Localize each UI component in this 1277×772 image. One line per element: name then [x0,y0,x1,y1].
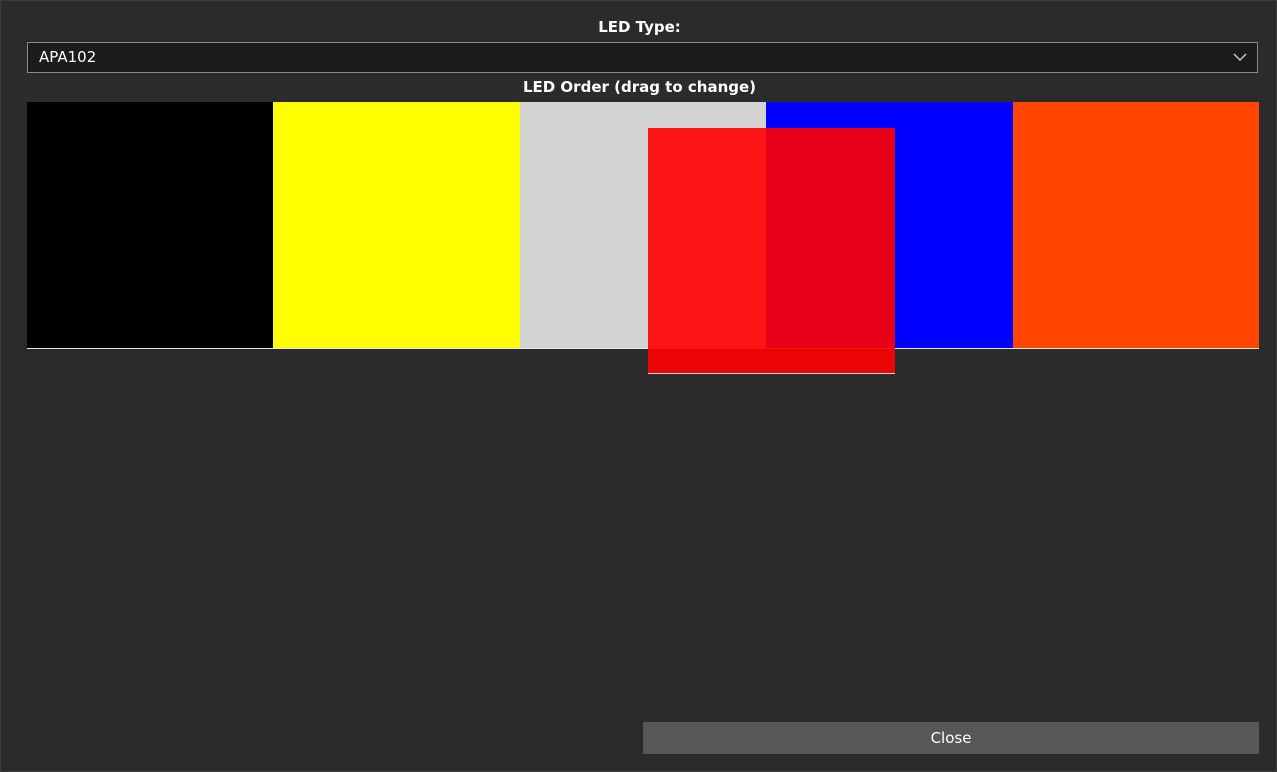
close-button[interactable]: Close [643,722,1259,754]
led-swatch-white[interactable] [519,102,767,348]
led-order-strip [27,102,1260,349]
led-type-label: LED Type: [598,18,681,36]
led-settings-dialog: LED Type: APA102 LED Order (drag to chan… [0,0,1277,772]
led-type-select[interactable]: APA102 [27,42,1258,73]
chevron-down-icon [1233,53,1247,61]
led-swatch-orange[interactable] [1012,102,1260,348]
led-swatch-yellow[interactable] [273,102,520,348]
led-type-selected-value: APA102 [39,48,97,66]
led-order-label: LED Order (drag to change) [522,78,757,96]
led-swatch-blue[interactable] [766,102,1013,348]
led-swatch-black[interactable] [27,102,274,348]
